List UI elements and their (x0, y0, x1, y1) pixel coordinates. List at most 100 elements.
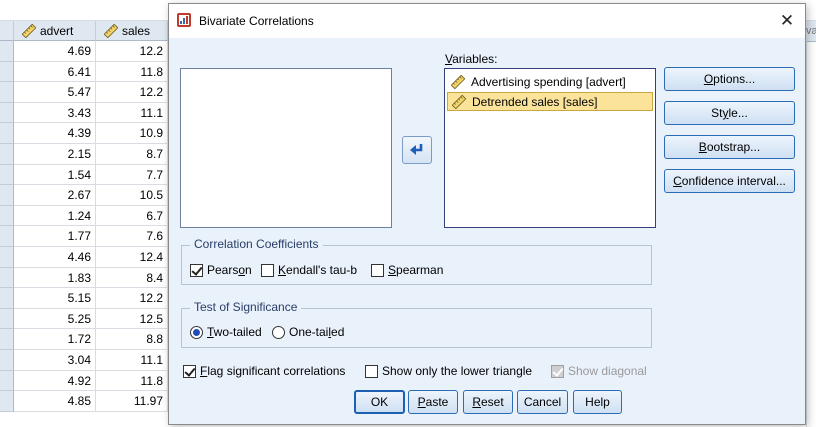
confidence-interval-button[interactable]: Confidence interval... (664, 169, 795, 193)
row-number-cell[interactable] (0, 349, 14, 371)
table-cell[interactable]: 11.8 (96, 370, 168, 392)
table-cell[interactable]: 1.72 (14, 329, 96, 350)
correlation-coefficients-group: Correlation Coefficients Pearson Kendall… (181, 237, 652, 285)
row-number-cell[interactable] (0, 391, 14, 412)
pearson-checkbox[interactable] (190, 263, 203, 277)
table-cell[interactable]: 11.1 (96, 349, 168, 371)
table-cell[interactable]: 10.9 (96, 123, 168, 144)
table-cell[interactable]: 7.6 (96, 226, 168, 247)
kendall-option[interactable]: Kendall's tau-b (261, 263, 357, 277)
table-cell[interactable]: 5.15 (14, 288, 96, 309)
grid-line (806, 41, 807, 427)
table-cell[interactable]: 6.41 (14, 61, 96, 83)
show-diagonal-option: Show diagonal (551, 364, 647, 378)
table-cell[interactable]: 12.2 (96, 41, 168, 62)
row-number-cell[interactable] (0, 185, 14, 206)
row-number-cell[interactable] (0, 82, 14, 103)
table-cell[interactable]: 4.92 (14, 370, 96, 392)
table-cell[interactable]: 6.7 (96, 205, 168, 227)
flag-significant-checkbox[interactable] (183, 364, 196, 378)
row-number-cell[interactable] (0, 123, 14, 144)
table-cell[interactable]: 7.7 (96, 164, 168, 186)
spearman-checkbox[interactable] (371, 263, 384, 277)
table-cell[interactable]: 1.83 (14, 267, 96, 289)
paste-button[interactable]: Paste (408, 390, 458, 414)
row-number-cell[interactable] (0, 267, 14, 289)
column-header-advert[interactable]: advert (14, 21, 96, 41)
table-cell[interactable]: 11.97 (96, 391, 168, 412)
options-button[interactable]: Options... (664, 67, 795, 91)
spearman-label: Spearman (388, 263, 444, 277)
row-number-cell[interactable] (0, 370, 14, 392)
column-header-sales[interactable]: sales (96, 21, 168, 41)
lower-triangle-label: Show only the lower triangle (382, 364, 533, 378)
table-cell[interactable]: 5.25 (14, 308, 96, 330)
row-number-cell[interactable] (0, 226, 14, 247)
scale-ruler-icon (22, 23, 36, 38)
row-number-cell[interactable] (0, 102, 14, 124)
table-cell[interactable]: 12.5 (96, 308, 168, 330)
lower-triangle-checkbox[interactable] (365, 364, 378, 378)
style-button[interactable]: Style... (664, 101, 795, 125)
one-tailed-option[interactable]: One-tailed (272, 325, 344, 339)
lower-triangle-option[interactable]: Show only the lower triangle (365, 364, 532, 378)
source-variable-list[interactable] (180, 68, 392, 228)
table-cell[interactable]: 2.67 (14, 185, 96, 206)
row-number-cell[interactable] (0, 308, 14, 330)
table-cell[interactable]: 12.4 (96, 246, 168, 268)
table-cell[interactable]: 1.54 (14, 164, 96, 186)
table-cell[interactable]: 3.43 (14, 102, 96, 124)
row-number-cell[interactable] (0, 205, 14, 227)
move-variable-button[interactable] (402, 136, 432, 164)
advert-column: 4.69 6.41 5.47 3.43 4.39 2.15 1.54 2.67 1.24 1.77… (14, 41, 96, 412)
table-cell[interactable]: 8.7 (96, 143, 168, 165)
row-number-cell[interactable] (0, 164, 14, 186)
table-cell[interactable]: 12.2 (96, 288, 168, 309)
table-cell[interactable]: 12.2 (96, 82, 168, 103)
arrow-left-icon (410, 144, 423, 155)
table-cell[interactable]: 11.8 (96, 61, 168, 83)
table-cell[interactable]: 8.8 (96, 329, 168, 350)
table-cell[interactable]: 1.24 (14, 205, 96, 227)
table-cell[interactable]: 2.15 (14, 143, 96, 165)
row-number-cell[interactable] (0, 288, 14, 309)
table-cell[interactable]: 8.4 (96, 267, 168, 289)
cancel-button[interactable]: Cancel (517, 390, 568, 414)
scale-ruler-icon (451, 74, 465, 89)
help-button[interactable]: Help (573, 390, 622, 414)
ok-button[interactable]: OK (354, 390, 405, 414)
reset-button[interactable]: Reset (463, 390, 513, 414)
table-cell[interactable]: 5.47 (14, 82, 96, 103)
table-cell[interactable]: 10.5 (96, 185, 168, 206)
scale-ruler-icon (452, 94, 466, 109)
spearman-option[interactable]: Spearman (371, 263, 443, 277)
row-number-cell[interactable] (0, 329, 14, 350)
table-cell[interactable]: 3.04 (14, 349, 96, 371)
target-variables-list[interactable]: Advertising spending [advert] Detrended … (444, 68, 656, 228)
row-number-cell[interactable] (0, 41, 14, 62)
two-tailed-option[interactable]: Two-tailed (190, 325, 262, 339)
title-bar[interactable]: Bivariate Correlations ✕ (169, 4, 805, 38)
sales-column: 12.2 11.8 12.2 11.1 10.9 8.7 7.7 10.5 6.7 7.6 12.4… (96, 41, 168, 412)
pearson-option[interactable]: Pearson (190, 263, 252, 277)
corner-header (0, 21, 14, 41)
table-cell[interactable]: 4.69 (14, 41, 96, 62)
variable-item-advert[interactable]: Advertising spending [advert] (447, 72, 653, 91)
row-number-cell[interactable] (0, 61, 14, 83)
one-tailed-label: One-tailed (289, 325, 345, 339)
variable-item-sales[interactable]: Detrended sales [sales] (447, 92, 653, 111)
table-cell[interactable]: 1.77 (14, 226, 96, 247)
table-cell[interactable]: 4.85 (14, 391, 96, 412)
kendall-checkbox[interactable] (261, 263, 274, 277)
two-tailed-radio[interactable] (190, 325, 203, 339)
table-cell[interactable]: 4.46 (14, 246, 96, 268)
bivariate-correlations-dialog: Bivariate Correlations ✕ Variables: Adve… (168, 3, 806, 425)
bootstrap-button[interactable]: Bootstrap... (664, 135, 795, 159)
close-icon[interactable]: ✕ (769, 4, 805, 38)
row-number-cell[interactable] (0, 246, 14, 268)
flag-significant-option[interactable]: Flag significant correlations (183, 364, 345, 378)
one-tailed-radio[interactable] (272, 325, 285, 339)
table-cell[interactable]: 11.1 (96, 102, 168, 124)
row-number-cell[interactable] (0, 143, 14, 165)
table-cell[interactable]: 4.39 (14, 123, 96, 144)
